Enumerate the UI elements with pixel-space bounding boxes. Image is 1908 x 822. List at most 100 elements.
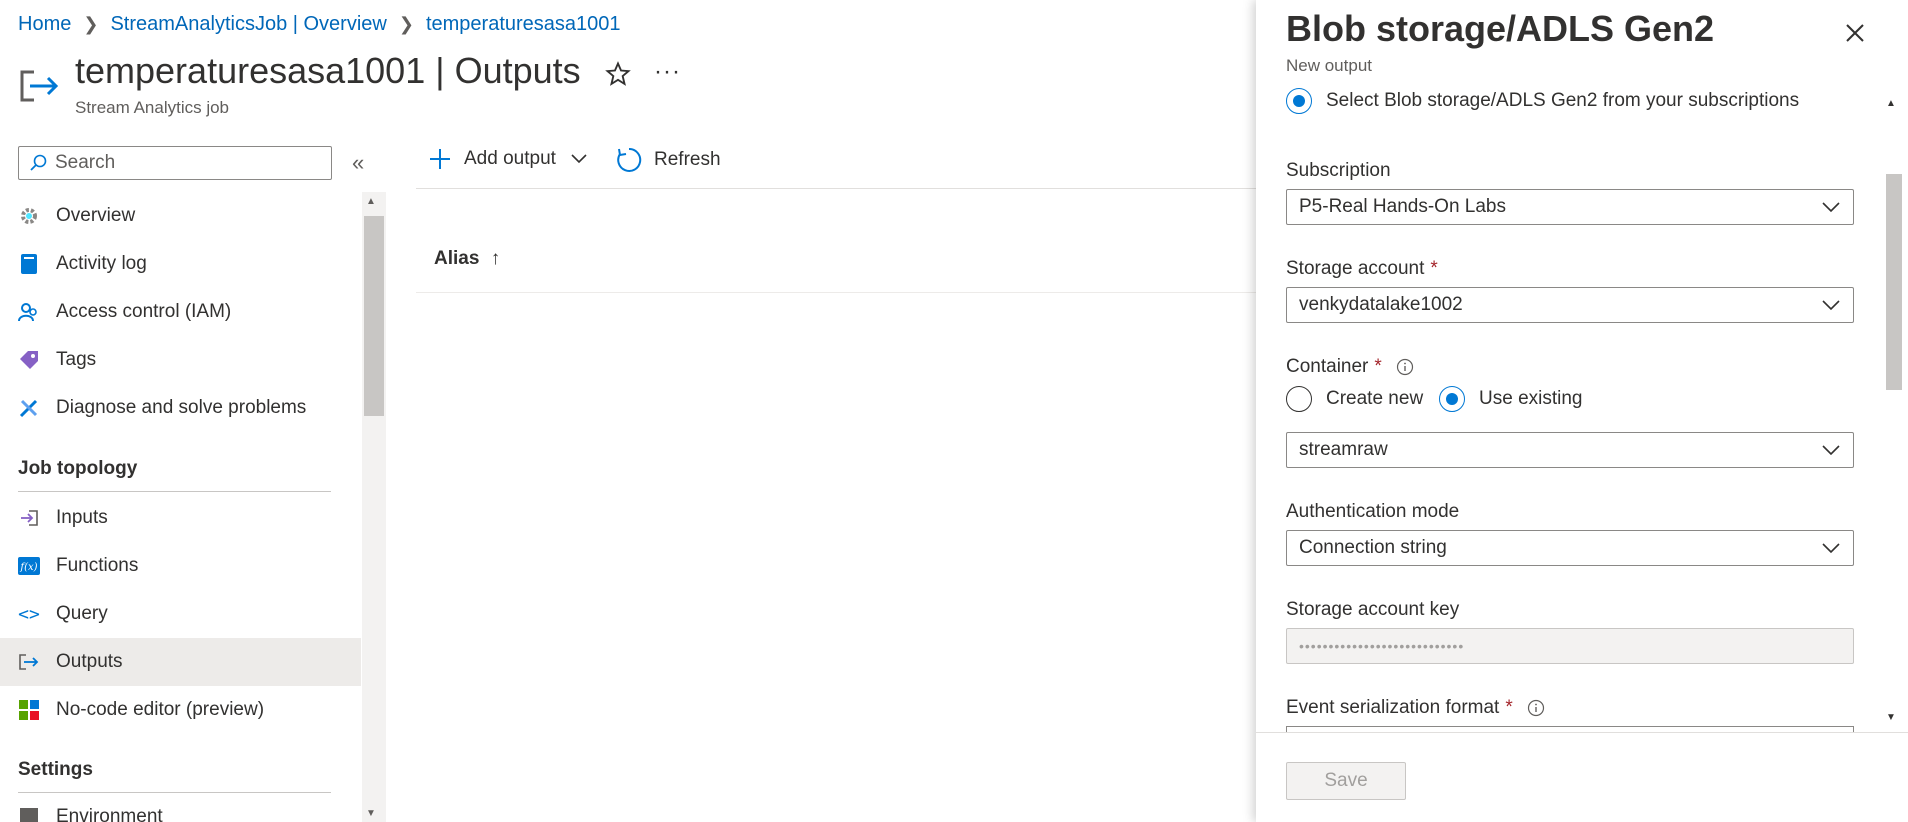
radio-label: Use existing <box>1479 388 1583 410</box>
column-header-divider <box>416 292 1256 293</box>
column-header-label: Alias <box>434 248 479 269</box>
chevron-right-icon: ❯ <box>399 14 414 35</box>
dropdown-value: streamraw <box>1299 439 1388 461</box>
breadcrumb-home[interactable]: Home <box>18 13 71 36</box>
chevron-down-icon <box>1821 201 1841 213</box>
dropdown-value: venkydatalake1002 <box>1299 294 1463 316</box>
blade-footer-divider <box>1256 732 1908 733</box>
label-text: Subscription <box>1286 160 1391 182</box>
search-icon <box>29 154 47 172</box>
breadcrumb-job[interactable]: temperaturesasa1001 <box>426 13 621 36</box>
sidebar-item-label: Overview <box>56 205 135 227</box>
column-header-alias[interactable]: Alias ↑ <box>434 248 500 270</box>
blade-scrollbar-thumb[interactable] <box>1886 174 1902 390</box>
select-from-subscriptions-radio[interactable]: Select Blob storage/ADLS Gen2 from your … <box>1286 88 1799 114</box>
search-box <box>18 146 332 180</box>
required-asterisk: * <box>1505 697 1512 719</box>
sidebar-item-label: Inputs <box>56 507 108 529</box>
label-text: Storage account <box>1286 258 1424 280</box>
sidebar-item-overview[interactable]: Overview <box>0 192 361 240</box>
storage-account-key-label: Storage account key <box>1286 599 1459 621</box>
sidebar-item-diagnose[interactable]: Diagnose and solve problems <box>0 384 361 432</box>
sidebar-item-label: Functions <box>56 555 138 577</box>
breadcrumb: Home ❯ StreamAnalyticsJob | Overview ❯ t… <box>18 10 621 38</box>
sidebar-item-no-code-editor[interactable]: No-code editor (preview) <box>0 686 361 734</box>
sidebar-item-label: Environment <box>56 806 163 822</box>
container-dropdown[interactable]: streamraw <box>1286 432 1854 468</box>
sidebar-item-environment[interactable]: Environment <box>0 794 361 822</box>
blade-subtitle: New output <box>1286 56 1372 76</box>
chevron-right-icon: ❯ <box>83 14 98 35</box>
query-icon: <> <box>18 603 40 625</box>
save-button[interactable]: Save <box>1286 762 1406 800</box>
storage-account-dropdown[interactable]: venkydatalake1002 <box>1286 287 1854 323</box>
favorite-star-icon[interactable] <box>604 60 636 92</box>
divider <box>18 491 331 492</box>
blade-scroll-down-icon[interactable]: ▼ <box>1886 712 1896 723</box>
scroll-down-icon[interactable]: ▼ <box>366 808 376 819</box>
overview-gear-icon <box>18 205 40 227</box>
refresh-icon <box>616 147 642 173</box>
sidebar-item-label: Activity log <box>56 253 147 275</box>
chevron-down-icon <box>1821 299 1841 311</box>
no-code-editor-icon <box>18 699 40 721</box>
sidebar-item-query[interactable]: <> Query <box>0 590 361 638</box>
outputs-page-icon <box>18 66 62 106</box>
more-options-button[interactable]: ··· <box>654 58 681 86</box>
scroll-up-icon[interactable]: ▲ <box>366 196 376 207</box>
container-use-existing-radio[interactable]: Use existing <box>1439 386 1583 412</box>
breadcrumb-job-overview[interactable]: StreamAnalyticsJob | Overview <box>110 13 386 36</box>
refresh-button[interactable]: Refresh <box>616 147 721 173</box>
sidebar-item-functions[interactable]: f(x) Functions <box>0 542 361 590</box>
blade-scroll-up-icon[interactable]: ▲ <box>1886 98 1896 109</box>
storage-account-key-field: •••••••••••••••••••••••••••• <box>1286 628 1854 664</box>
radio-selected-icon <box>1286 88 1312 114</box>
subscription-label: Subscription <box>1286 160 1391 182</box>
event-serialization-format-label: Event serialization format * <box>1286 697 1545 719</box>
dropdown-value: P5-Real Hands-On Labs <box>1299 196 1506 218</box>
required-asterisk: * <box>1430 258 1437 280</box>
chevron-down-icon <box>1821 444 1841 456</box>
sidebar-item-access-control[interactable]: Access control (IAM) <box>0 288 361 336</box>
label-text: Authentication mode <box>1286 501 1459 523</box>
label-text: Storage account key <box>1286 599 1459 621</box>
svg-text:f(x): f(x) <box>19 562 37 573</box>
sidebar-item-inputs[interactable]: Inputs <box>0 494 361 542</box>
dropdown-value: Connection string <box>1299 537 1447 559</box>
refresh-label: Refresh <box>654 149 721 171</box>
info-icon[interactable] <box>1527 699 1545 717</box>
search-input[interactable] <box>53 151 317 175</box>
wrench-icon <box>18 397 40 419</box>
toolbar-divider <box>416 188 1256 189</box>
page-title: temperaturesasa1001 | Outputs <box>75 50 581 92</box>
radio-unselected-icon <box>1286 386 1312 412</box>
container-create-new-radio[interactable]: Create new <box>1286 386 1423 412</box>
sidebar-item-label: Diagnose and solve problems <box>56 397 306 419</box>
sidebar-item-outputs[interactable]: Outputs <box>0 638 361 686</box>
container-label: Container * <box>1286 356 1414 378</box>
add-output-label: Add output <box>464 148 556 170</box>
radio-label: Create new <box>1326 388 1423 410</box>
sort-ascending-icon: ↑ <box>491 248 501 269</box>
outputs-icon <box>18 651 40 673</box>
section-settings: Settings <box>18 759 93 781</box>
storage-account-label: Storage account * <box>1286 258 1438 280</box>
info-icon[interactable] <box>1396 358 1414 376</box>
add-output-button[interactable]: Add output <box>428 147 588 171</box>
authentication-mode-dropdown[interactable]: Connection string <box>1286 530 1854 566</box>
divider <box>18 792 331 793</box>
sidebar-item-label: Access control (IAM) <box>56 301 231 323</box>
sidebar-item-activity-log[interactable]: Activity log <box>0 240 361 288</box>
environment-icon <box>18 806 40 822</box>
subscription-dropdown[interactable]: P5-Real Hands-On Labs <box>1286 189 1854 225</box>
collapse-sidebar-icon[interactable]: « <box>352 150 364 176</box>
masked-key-value: •••••••••••••••••••••••••••• <box>1299 638 1464 654</box>
sidebar-item-label: Tags <box>56 349 96 371</box>
sidebar-scrollbar-thumb[interactable] <box>364 216 384 416</box>
activity-log-icon <box>18 253 40 275</box>
close-icon[interactable] <box>1840 18 1870 48</box>
sidebar-item-tags[interactable]: Tags <box>0 336 361 384</box>
label-text: Event serialization format <box>1286 697 1499 719</box>
sidebar-item-label: Outputs <box>56 651 123 673</box>
chevron-down-icon <box>570 153 588 165</box>
